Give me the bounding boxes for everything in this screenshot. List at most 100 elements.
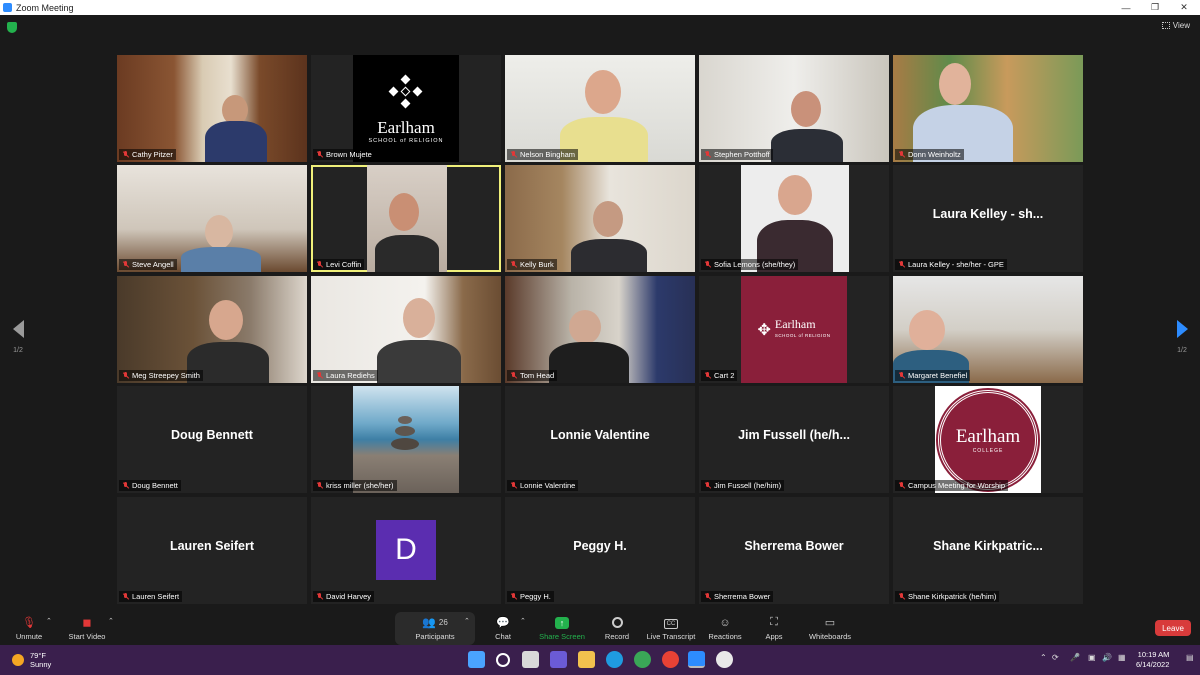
participant-tile[interactable]: Jim Fussell (he/h... Jim Fussell (he/him… [699, 386, 889, 493]
edge-browser-icon[interactable] [606, 651, 623, 668]
participant-tile[interactable]: Donn Weinholtz [893, 55, 1083, 162]
slack-icon[interactable] [716, 651, 733, 668]
teams-chat-icon[interactable] [550, 651, 567, 668]
muted-mic-icon [898, 481, 905, 490]
video-feed [893, 55, 1083, 162]
participant-tile[interactable]: Earlham COLLEGE Campus Meeting for Worsh… [893, 386, 1083, 493]
participant-tile[interactable]: Tom Head [505, 276, 695, 383]
video-feed [741, 165, 849, 272]
participant-tile[interactable]: D David Harvey [311, 497, 501, 604]
participants-options-caret-icon[interactable]: ⌃ [464, 617, 470, 625]
leave-button[interactable]: Leave [1155, 620, 1191, 636]
windows-start-icon[interactable] [468, 651, 485, 668]
close-button[interactable]: ✕ [1170, 0, 1198, 15]
participant-tile[interactable]: Cathy Pitzer [117, 55, 307, 162]
muted-mic-icon [510, 150, 517, 159]
view-button[interactable]: View [1161, 21, 1190, 30]
participant-tile[interactable]: ✥ Earlham SCHOOL of RELIGION Cart 2 [699, 276, 889, 383]
muted-mic-icon [316, 592, 323, 601]
chat-button[interactable]: 💬 Chat [490, 610, 516, 645]
volume-icon[interactable]: 🔊 [1102, 653, 1112, 662]
display-icon[interactable]: ▣ [1088, 653, 1096, 662]
sync-icon[interactable]: ⟳ [1052, 653, 1059, 662]
zoom-taskbar-icon[interactable] [688, 651, 705, 668]
participant-display-name: Lauren Seifert [169, 539, 255, 553]
person-head [209, 300, 243, 340]
reactions-button[interactable]: ☺ Reactions [706, 610, 744, 645]
notifications-icon[interactable]: ▤ [1186, 653, 1194, 662]
participant-name-tag: David Harvey [313, 591, 375, 602]
muted-mic-icon [704, 260, 711, 269]
whiteboards-button[interactable]: ▭ Whiteboards [806, 610, 854, 645]
participant-tile[interactable]: Margaret Benefiel [893, 276, 1083, 383]
video-feed [117, 165, 307, 272]
live-transcript-button[interactable]: CC Live Transcript [645, 610, 697, 645]
participants-button[interactable]: 👥 26 Participants [412, 610, 458, 645]
person-body [375, 235, 439, 272]
participant-tile[interactable]: Sofia Lemons (she/they) [699, 165, 889, 272]
arrow-left-icon [12, 320, 24, 338]
participant-name: Meg Streepey Smith [132, 371, 200, 380]
video-options-caret-icon[interactable]: ⌃ [108, 617, 114, 625]
search-icon[interactable] [496, 653, 510, 667]
participant-name-tag: Tom Head [507, 370, 558, 381]
clock-time: 10:19 AM [1137, 650, 1170, 659]
participant-tile[interactable]: Stephen Potthoff [699, 55, 889, 162]
audio-options-caret-icon[interactable]: ⌃ [46, 617, 52, 625]
participant-name-tag: Sherrema Bower [701, 591, 774, 602]
microphone-tray-icon[interactable]: 🎤 [1070, 653, 1080, 662]
start-video-button[interactable]: ◼ Start Video [66, 610, 108, 645]
share-screen-button[interactable]: ↑ Share Screen [538, 610, 586, 645]
participant-name-tag: Stephen Potthoff [701, 149, 773, 160]
participant-name: Brown Mujete [326, 150, 372, 159]
participant-display-name: Jim Fussell (he/h... [738, 428, 850, 442]
participant-name-tag: Shane Kirkpatrick (he/him) [895, 591, 1000, 602]
participant-name-tag: Nelson Bingham [507, 149, 579, 160]
person-head [791, 91, 821, 127]
minimize-button[interactable]: — [1112, 0, 1140, 15]
participant-tile-active-speaker[interactable]: Levi Coffin [311, 165, 501, 272]
system-clock[interactable]: 10:19 AM 6/14/2022 [1136, 650, 1169, 670]
participant-tile[interactable]: Steve Angell [117, 165, 307, 272]
participant-tile[interactable]: Peggy H. Peggy H. [505, 497, 695, 604]
participant-tile[interactable]: Laura Kelley - sh... Laura Kelley - she/… [893, 165, 1083, 272]
show-hidden-icons-caret-icon[interactable]: ⌃ [1040, 653, 1047, 662]
logo-text: Earlham [774, 316, 816, 331]
chat-options-caret-icon[interactable]: ⌃ [520, 617, 526, 625]
task-view-icon[interactable] [522, 651, 539, 668]
previous-page-button[interactable]: 1/2 [8, 320, 28, 360]
network-icon[interactable]: ▦ [1118, 653, 1126, 662]
participant-tile[interactable]: Doug Bennett Doug Bennett [117, 386, 307, 493]
participant-tile[interactable]: Lonnie Valentine Lonnie Valentine [505, 386, 695, 493]
maximize-button[interactable]: ❐ [1141, 0, 1169, 15]
windows-taskbar: 79°F Sunny ⌃ ⟳ 🎤 ▣ 🔊 ▦ 10:19 AM 6/14/202… [0, 645, 1200, 675]
participant-tile[interactable]: Laura Rediehs [311, 276, 501, 383]
participant-tile[interactable]: Kelly Burk [505, 165, 695, 272]
weather-widget[interactable]: 79°F Sunny [12, 651, 51, 669]
participant-name-tag: Kelly Burk [507, 259, 557, 270]
person-body [205, 121, 267, 162]
participant-tile[interactable]: Earlham SCHOOL of RELIGION Brown Mujete [311, 55, 501, 162]
apps-button[interactable]: ⛶ Apps [762, 610, 786, 645]
next-page-button[interactable]: 1/2 [1172, 320, 1192, 360]
earlham-cross-icon [388, 74, 424, 110]
meeting-toolbar: 🎙 Unmute ⌃ ◼ Start Video ⌃ 👥 26 Participa… [0, 610, 1200, 645]
participant-tile[interactable]: Lauren Seifert Lauren Seifert [117, 497, 307, 604]
title-bar: Zoom Meeting — ❐ ✕ [0, 0, 1200, 15]
app-icon[interactable] [634, 651, 651, 668]
participant-tile[interactable]: Sherrema Bower Sherrema Bower [699, 497, 889, 604]
clock-date: 6/14/2022 [1136, 660, 1170, 669]
participant-tile[interactable]: Nelson Bingham [505, 55, 695, 162]
participant-tile[interactable]: Meg Streepey Smith [117, 276, 307, 383]
record-button[interactable]: Record [602, 610, 632, 645]
participant-name-tag: Levi Coffin [313, 259, 365, 270]
logo-subtext: SCHOOL of RELIGION [774, 332, 831, 338]
participant-name: Campus Meeting for Worship [908, 481, 1005, 490]
participant-tile[interactable]: kriss miller (she/her) [311, 386, 501, 493]
file-explorer-icon[interactable] [578, 651, 595, 668]
participant-tile[interactable]: Shane Kirkpatric... Shane Kirkpatrick (h… [893, 497, 1083, 604]
share-screen-icon: ↑ [555, 617, 569, 629]
unmute-button[interactable]: 🎙 Unmute [12, 610, 46, 645]
chrome-browser-icon[interactable] [662, 651, 679, 668]
security-shield-icon[interactable] [7, 22, 17, 33]
